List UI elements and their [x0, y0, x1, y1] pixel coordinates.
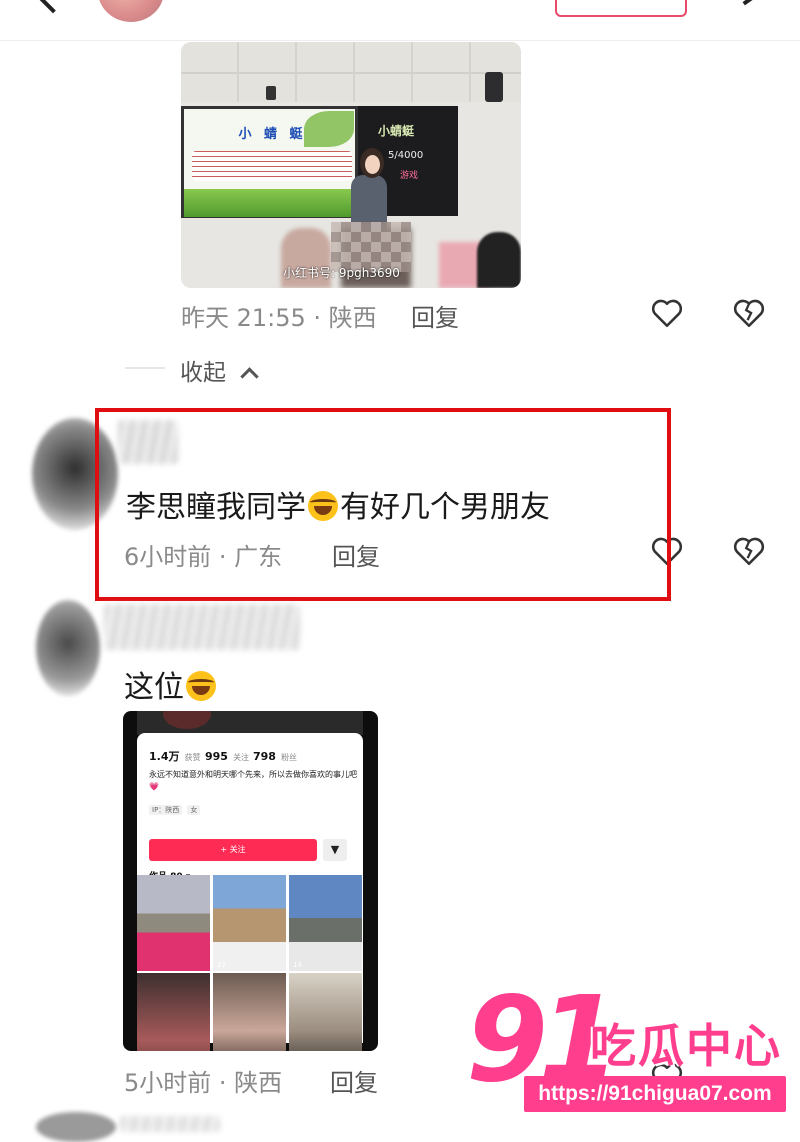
following-label: 关注	[233, 753, 250, 762]
laughing-rolling-emoji-icon	[186, 671, 216, 701]
projector-device	[266, 86, 276, 100]
video-thumbnail: 27	[213, 875, 286, 971]
profile-follow-button: + 关注	[149, 839, 317, 861]
reply-button[interactable]: 回复	[330, 1063, 378, 1098]
gender-chip: 女	[187, 805, 201, 815]
brand-url: https://91chigua07.com	[524, 1076, 786, 1112]
brand-name: 吃瓜中心	[590, 1019, 782, 1073]
grass-graphic	[184, 189, 356, 217]
profile-bio: 永远不知道意外和明天哪个先来，所以去做你喜欢的事儿吧💗	[149, 770, 357, 791]
collapse-label: 收起	[180, 360, 226, 386]
comment-text: 这位	[124, 662, 218, 706]
broken-heart-icon[interactable]	[732, 535, 766, 567]
video-thumbnail	[289, 973, 362, 1051]
video-thumbnail	[213, 973, 286, 1051]
video-thumbnail	[137, 875, 210, 971]
collapse-divider	[125, 367, 165, 369]
stat-followers: 798 粉丝	[253, 745, 297, 764]
ceiling-line	[181, 72, 521, 74]
video-thumbnail: 14	[289, 875, 362, 971]
board-tag: 游戏	[400, 171, 419, 181]
collapse-replies-button[interactable]: 收起	[180, 353, 260, 387]
comment-text-part: 这位	[124, 670, 184, 705]
avatar-blurred[interactable]	[36, 1112, 116, 1142]
image-watermark: 小红书号: 9pgh3690	[283, 266, 400, 280]
ip-chip: IP：陕西	[149, 805, 183, 815]
thumb-count: 14	[293, 961, 302, 969]
avatar-blurred[interactable]	[36, 600, 100, 696]
stat-likes: 1.4万 获赞	[149, 745, 201, 764]
video-thumbnail	[137, 973, 210, 1051]
wall-speaker	[485, 72, 503, 102]
comment-time-location: 5小时前 · 陕西	[124, 1069, 283, 1097]
heart-icon[interactable]	[650, 297, 684, 329]
teacher-face	[365, 155, 380, 174]
broken-heart-icon[interactable]	[732, 297, 766, 329]
board-line: 5/4000	[388, 150, 424, 161]
followers-label: 粉丝	[281, 753, 298, 762]
projector-title: 小 蜻 蜓	[238, 127, 307, 142]
dropdown-triangle-icon: ▼	[323, 839, 347, 861]
follow-button-outline[interactable]	[555, 0, 687, 17]
projector-screen: 小 蜻 蜓	[181, 106, 358, 218]
username-blurred[interactable]	[104, 604, 300, 650]
username-blurred[interactable]	[120, 1116, 220, 1132]
comment-image-classroom[interactable]: 小 蜻 蜓 小蜻蜓 5/4000 游戏 小红书号: 9pgh3690	[181, 42, 521, 288]
student-figure	[477, 232, 521, 288]
comment-image-profile-screenshot[interactable]: 1.4万 获赞 995 关注 798 粉丝 永远不知道意外和明天哪个先来，所以去…	[123, 711, 378, 1051]
board-title: 小蜻蜓	[378, 124, 415, 138]
reply-button[interactable]: 回复	[411, 298, 459, 333]
chevron-up-icon	[240, 367, 260, 386]
music-staff	[192, 151, 352, 181]
likes-value: 1.4万	[149, 750, 180, 763]
following-value: 995	[205, 750, 228, 763]
followers-value: 798	[253, 750, 276, 763]
highlight-box	[95, 408, 671, 601]
profile-chips: IP：陕西 女	[149, 797, 201, 816]
likes-label: 获赞	[184, 753, 201, 762]
stat-following: 995 关注	[205, 745, 249, 764]
thumb-count: 27	[217, 961, 226, 969]
comment-time-location: 昨天 21:55 · 陕西	[181, 304, 377, 332]
